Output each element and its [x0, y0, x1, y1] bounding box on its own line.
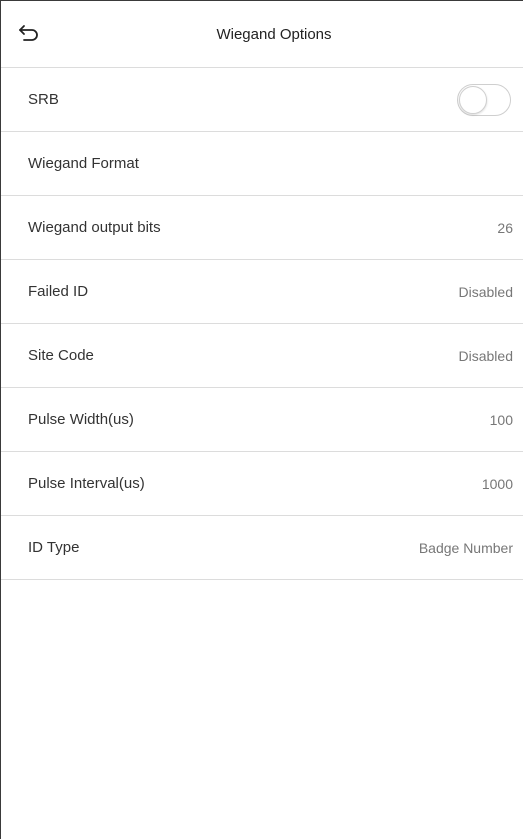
header-bar: Wiegand Options [1, 1, 523, 68]
setting-label: Pulse Width(us) [28, 411, 134, 428]
wiegand-options-screen: Wiegand Options SRB Wiegand Format Wiega… [0, 0, 523, 839]
setting-label: SRB [28, 91, 59, 108]
setting-row-srb: SRB [1, 68, 523, 132]
setting-value: 26 [497, 219, 513, 236]
setting-row-wiegand-format[interactable]: Wiegand Format [1, 132, 523, 196]
setting-label: Failed ID [28, 283, 89, 300]
setting-row-site-code[interactable]: Site Code Disabled [1, 324, 523, 388]
toggle-knob [459, 85, 487, 114]
empty-area [1, 580, 523, 830]
setting-label: Site Code [28, 347, 94, 364]
setting-value: 100 [489, 411, 513, 428]
setting-row-failed-id[interactable]: Failed ID Disabled [1, 260, 523, 324]
page-title: Wiegand Options [216, 25, 332, 43]
setting-label: Pulse Interval(us) [28, 475, 145, 492]
setting-value: 1000 [481, 475, 513, 492]
srb-toggle[interactable] [457, 83, 511, 116]
setting-label: ID Type [28, 539, 80, 556]
setting-row-id-type[interactable]: ID Type Badge Number [1, 516, 523, 580]
setting-row-pulse-width[interactable]: Pulse Width(us) 100 [1, 388, 523, 452]
setting-value: Disabled [458, 347, 513, 364]
back-button[interactable] [15, 21, 43, 49]
setting-row-pulse-interval[interactable]: Pulse Interval(us) 1000 [1, 452, 523, 516]
setting-value: Badge Number [418, 539, 513, 556]
setting-label: Wiegand Format [28, 155, 139, 172]
back-arrow-icon [18, 24, 40, 47]
setting-label: Wiegand output bits [28, 219, 161, 236]
setting-value: Disabled [458, 283, 513, 300]
setting-row-wiegand-output-bits[interactable]: Wiegand output bits 26 [1, 196, 523, 260]
